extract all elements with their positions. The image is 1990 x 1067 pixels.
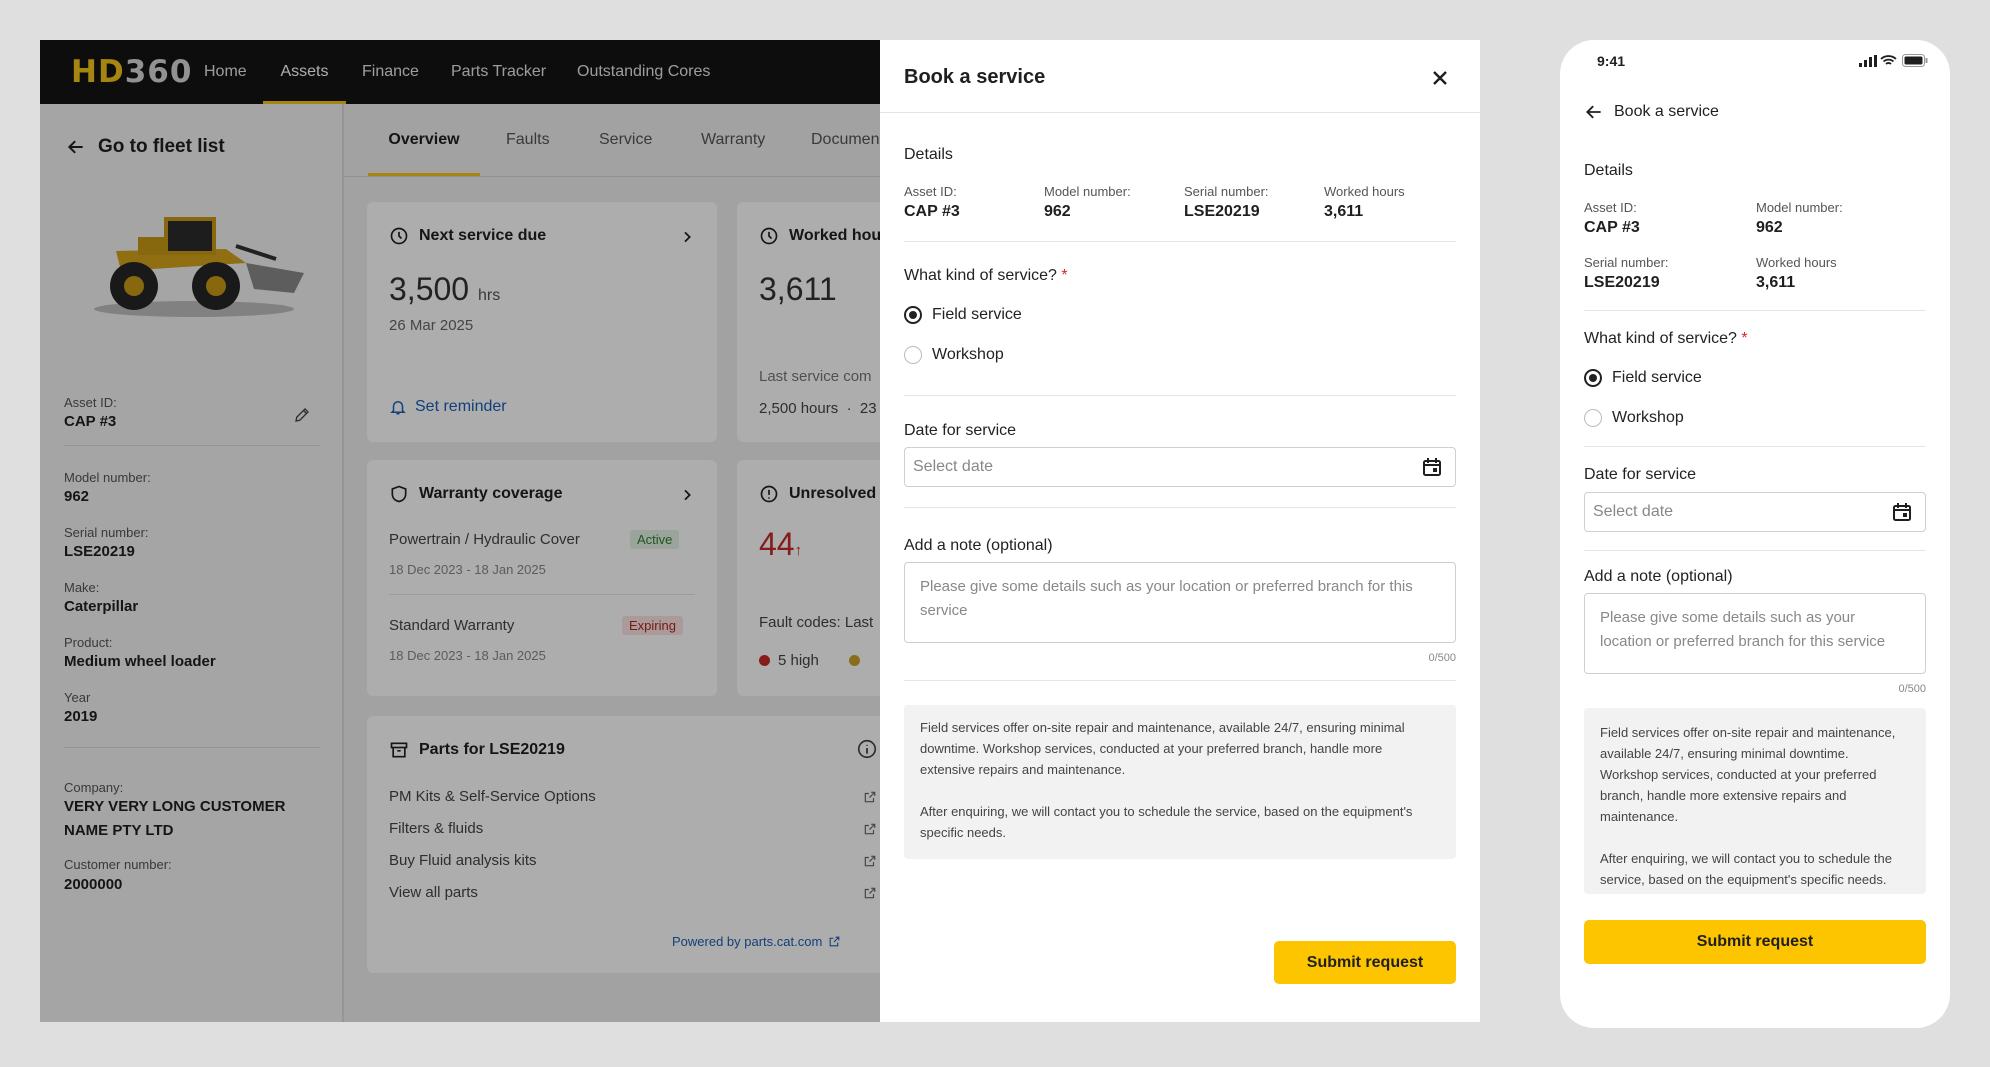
divider [904,241,1456,242]
date-input[interactable] [1584,492,1926,532]
info-paragraph: After enquiring, we will contact you to … [1600,851,1892,887]
divider [904,395,1456,396]
radio-unselected-icon[interactable] [1584,409,1602,427]
details-heading: Details [904,146,953,163]
arrow-left-icon [1586,105,1601,119]
radio-selected-icon[interactable] [1584,369,1602,387]
note-textarea[interactable] [904,562,1456,643]
serial-number-label: Serial number: [1584,255,1669,270]
serial-number-value: LSE20219 [1184,203,1260,220]
radio-unselected-icon[interactable] [904,346,922,364]
submit-request-button[interactable]: Submit request [1584,920,1926,964]
divider [904,680,1456,681]
worked-hours-label: Worked hours [1756,255,1837,270]
date-label: Date for service [1584,466,1697,483]
required-asterisk: * [1061,267,1068,284]
info-paragraph: After enquiring, we will contact you to … [920,804,1413,840]
battery-icon [1902,54,1928,67]
character-counter: 0/500 [1898,683,1926,695]
dialog-title: Book a service [904,66,1046,88]
radio-workshop[interactable]: Workshop [1584,409,1684,427]
service-info-box: Field services offer on-site repair and … [1584,708,1926,894]
note-label: Add a note (optional) [904,537,1053,554]
radio-field-service[interactable]: Field service [1584,369,1702,387]
divider [904,507,1456,508]
mobile-screen: 9:41 Book a service Details Asset ID: CA… [1560,40,1950,1028]
required-asterisk: * [1741,330,1748,347]
asset-id-label: Asset ID: [1584,200,1637,215]
character-counter: 0/500 [1428,652,1456,664]
radio-field-service[interactable]: Field service [904,306,1022,324]
radio-selected-icon[interactable] [904,306,922,324]
model-number-label: Model number: [1756,200,1843,215]
serial-number-label: Serial number: [1184,184,1269,199]
worked-hours-label: Worked hours [1324,184,1405,199]
model-number-label: Model number: [1044,184,1131,199]
radio-workshop[interactable]: Workshop [904,346,1004,364]
worked-hours-value: 3,611 [1756,274,1796,291]
info-paragraph: Field services offer on-site repair and … [1600,725,1896,824]
divider [880,112,1480,113]
wifi-icon [1880,55,1897,65]
details-heading: Details [1584,162,1633,179]
submit-request-button[interactable]: Submit request [1274,941,1456,984]
modal-backdrop[interactable] [40,40,880,1022]
signal-icon [1859,55,1877,67]
date-input[interactable] [904,447,1456,487]
worked-hours-value: 3,611 [1324,203,1364,220]
asset-id-value: CAP #3 [1584,219,1640,236]
model-number-value: 962 [1756,219,1783,236]
divider [1584,550,1926,551]
info-paragraph: Field services offer on-site repair and … [920,720,1405,777]
calendar-icon[interactable] [1890,500,1914,524]
divider [1584,446,1926,447]
note-label: Add a note (optional) [1584,568,1733,585]
back-button[interactable]: Book a service [1584,102,1719,122]
service-info-box: Field services offer on-site repair and … [904,705,1456,859]
note-textarea[interactable] [1584,593,1926,674]
divider [1584,310,1926,311]
asset-id-value: CAP #3 [904,203,960,220]
status-time: 9:41 [1597,53,1626,69]
mobile-title: Book a service [1614,103,1719,120]
calendar-icon[interactable] [1420,455,1444,479]
close-icon[interactable] [1428,66,1452,90]
desktop-window: HD360 Home Assets Finance Parts Tracker … [40,40,1480,1022]
asset-id-label: Asset ID: [904,184,957,199]
date-label: Date for service [904,422,1017,439]
serial-number-value: LSE20219 [1584,274,1660,291]
model-number-value: 962 [1044,203,1071,220]
book-service-dialog: Book a service Details Asset ID: CAP #3 … [880,40,1480,1022]
service-type-question: What kind of service? * [904,267,1068,284]
service-type-question: What kind of service? * [1584,330,1748,347]
